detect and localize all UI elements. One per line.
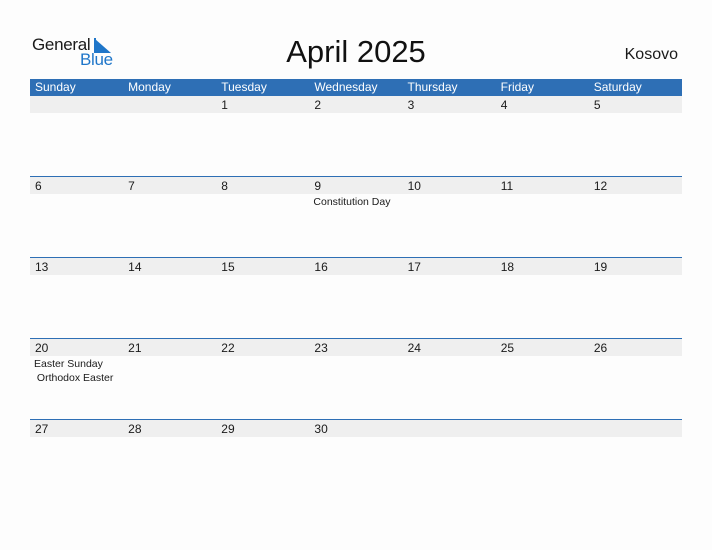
weekday-thursday: Thursday bbox=[407, 80, 458, 94]
weekday-friday: Friday bbox=[500, 80, 534, 94]
day-cell: 3 bbox=[403, 96, 496, 177]
week-row: 27 28 29 30 bbox=[30, 419, 682, 501]
day-cell: 29 bbox=[216, 420, 309, 501]
day-number: 28 bbox=[128, 422, 142, 436]
week-row: 1 2 3 4 5 bbox=[30, 96, 682, 177]
day-cell: 7 bbox=[123, 177, 216, 258]
day-number: 4 bbox=[500, 98, 508, 112]
day-cell: 18 bbox=[496, 258, 589, 339]
day-cell: 28 bbox=[123, 420, 216, 501]
day-number: 7 bbox=[128, 179, 135, 193]
week-row: 6 7 8 9 Constitution Day 10 11 12 bbox=[30, 176, 682, 258]
day-number: 18 bbox=[500, 260, 515, 274]
day-number: 20 bbox=[35, 341, 49, 355]
holiday-label: Constitution Day bbox=[313, 196, 391, 208]
day-number: 12 bbox=[593, 179, 608, 193]
day-number: 29 bbox=[221, 422, 235, 436]
day-cell: 30 bbox=[309, 420, 402, 501]
day-cell: 5 bbox=[589, 96, 682, 177]
day-cell: 14 bbox=[123, 258, 216, 339]
day-number: 23 bbox=[314, 341, 328, 355]
day-number: 9 bbox=[314, 179, 322, 193]
day-cell: 16 bbox=[309, 258, 402, 339]
day-cell: 9 Constitution Day bbox=[309, 177, 402, 258]
day-number: 1 bbox=[221, 98, 228, 112]
weekday-header: Sunday Monday Tuesday Wednesday Thursday… bbox=[30, 79, 682, 96]
day-cell bbox=[589, 420, 682, 501]
day-number: 2 bbox=[314, 98, 322, 112]
day-cell bbox=[123, 96, 216, 177]
country-label: Kosovo bbox=[624, 46, 678, 63]
day-number: 22 bbox=[221, 341, 235, 355]
day-number: 26 bbox=[593, 341, 608, 355]
day-cell: 10 bbox=[403, 177, 496, 258]
weekday-saturday: Saturday bbox=[593, 80, 642, 94]
day-number: 27 bbox=[35, 422, 49, 436]
weekday-tuesday: Tuesday bbox=[221, 80, 267, 94]
day-cell: 21 bbox=[123, 339, 216, 420]
day-number: 3 bbox=[407, 98, 415, 112]
day-number: 21 bbox=[128, 341, 142, 355]
day-number: 16 bbox=[314, 260, 328, 274]
day-cell bbox=[403, 420, 496, 501]
day-number: 14 bbox=[128, 260, 142, 274]
day-cell: 12 bbox=[589, 177, 682, 258]
week-row: 20 Easter Sunday Orthodox Easter 21 22 23 24 2… bbox=[30, 338, 682, 420]
day-number: 10 bbox=[407, 179, 421, 193]
day-cell: 26 bbox=[589, 339, 682, 420]
day-number: 5 bbox=[593, 98, 601, 112]
day-cell: 19 bbox=[589, 258, 682, 339]
day-cell bbox=[496, 420, 589, 501]
weekday-sunday: Sunday bbox=[35, 80, 76, 94]
day-number: 24 bbox=[407, 341, 421, 355]
day-cell: 6 bbox=[30, 177, 123, 258]
day-number: 25 bbox=[500, 341, 515, 355]
day-number: 11 bbox=[500, 179, 514, 193]
day-cell: 1 bbox=[216, 96, 309, 177]
day-number: 13 bbox=[35, 260, 49, 274]
day-cell: 23 bbox=[309, 339, 402, 420]
weekday-monday: Monday bbox=[128, 80, 171, 94]
day-number: 19 bbox=[593, 260, 608, 274]
day-cell: 4 bbox=[496, 96, 589, 177]
day-cell: 15 bbox=[216, 258, 309, 339]
day-number: 15 bbox=[221, 260, 235, 274]
day-cell: 24 bbox=[403, 339, 496, 420]
day-cell: 8 bbox=[216, 177, 309, 258]
day-cell: 25 bbox=[496, 339, 589, 420]
day-number: 6 bbox=[35, 179, 42, 193]
day-number: 17 bbox=[407, 260, 421, 274]
day-cell: 13 bbox=[30, 258, 123, 339]
weekday-wednesday: Wednesday bbox=[314, 80, 378, 94]
day-cell: 2 bbox=[309, 96, 402, 177]
day-number: 30 bbox=[314, 422, 328, 436]
day-cell: 11 bbox=[496, 177, 589, 258]
day-cell: 22 bbox=[216, 339, 309, 420]
day-cell: 17 bbox=[403, 258, 496, 339]
day-cell bbox=[30, 96, 123, 177]
day-number: 8 bbox=[221, 179, 228, 193]
holiday-label: Easter Sunday bbox=[34, 358, 103, 370]
week-row: 13 14 15 16 17 18 19 bbox=[30, 257, 682, 339]
holiday-label: Orthodox Easter bbox=[34, 372, 114, 384]
day-cell: 20 Easter Sunday Orthodox Easter bbox=[30, 339, 123, 420]
day-cell: 27 bbox=[30, 420, 123, 501]
calendar-title: April 2025 bbox=[286, 34, 426, 69]
